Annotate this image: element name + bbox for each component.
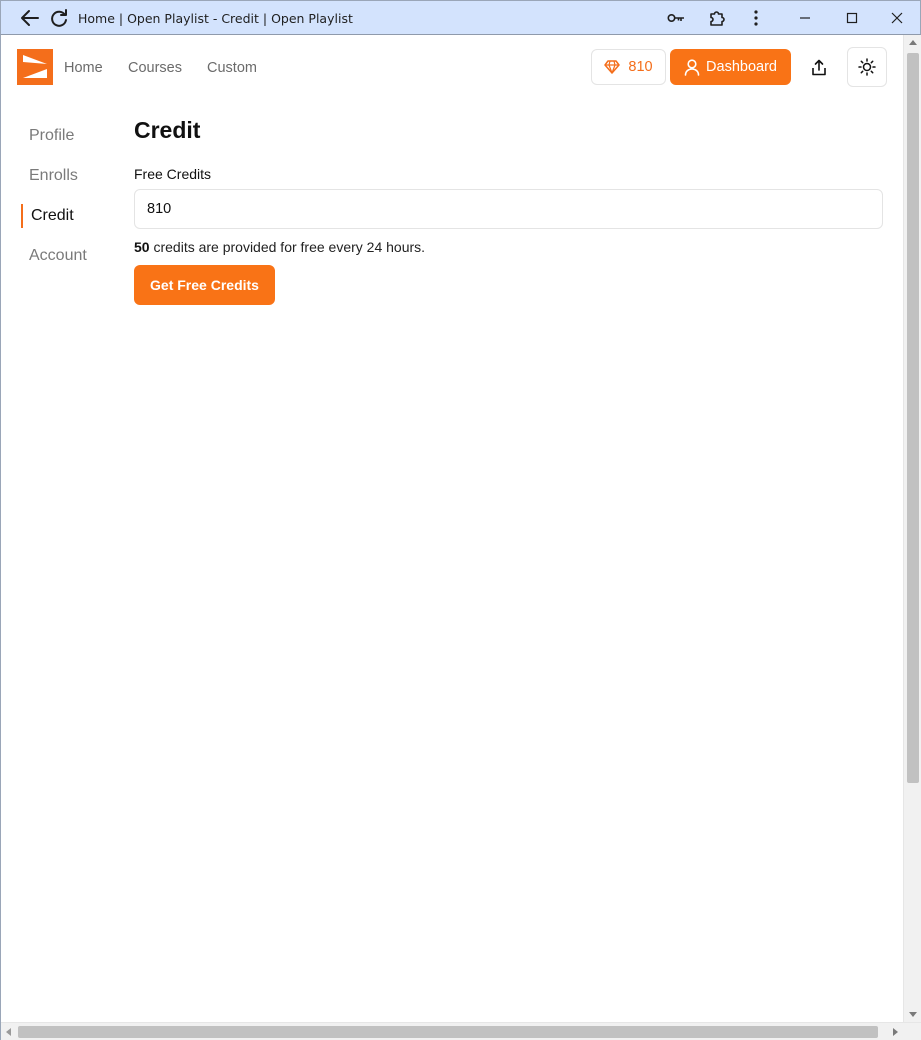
logo[interactable]: [17, 49, 53, 85]
sidebar-active-indicator: [21, 204, 23, 228]
horizontal-scrollbar[interactable]: [1, 1022, 921, 1040]
gem-icon: [604, 60, 621, 74]
sidebar-item-enrolls[interactable]: Enrolls: [29, 167, 78, 185]
dashboard-button[interactable]: Dashboard: [670, 49, 791, 85]
dashboard-label: Dashboard: [706, 59, 777, 75]
puzzle-icon[interactable]: [706, 7, 728, 29]
kebab-menu-icon[interactable]: [745, 7, 767, 29]
close-icon[interactable]: [886, 7, 908, 29]
back-arrow-icon[interactable]: [19, 7, 41, 29]
scroll-left-icon[interactable]: [6, 1028, 11, 1036]
sidebar-item-account[interactable]: Account: [29, 247, 87, 265]
browser-toolbar: Home | Open Playlist - Credit | Open Pla…: [0, 0, 921, 35]
maximize-icon[interactable]: [841, 7, 863, 29]
get-free-credits-button[interactable]: Get Free Credits: [134, 265, 275, 305]
logo-play-icon: [17, 49, 53, 85]
credits-badge[interactable]: 810: [591, 49, 666, 85]
share-button[interactable]: [801, 49, 837, 85]
user-icon: [684, 58, 700, 76]
share-icon: [812, 59, 826, 75]
minimize-icon[interactable]: [794, 7, 816, 29]
theme-toggle-button[interactable]: [847, 47, 887, 87]
vertical-scroll-thumb[interactable]: [907, 53, 919, 783]
credits-info-message: credits are provided for free every 24 h…: [149, 239, 426, 255]
scroll-up-icon[interactable]: [909, 40, 917, 45]
scroll-down-icon[interactable]: [909, 1012, 917, 1017]
scroll-right-icon[interactable]: [893, 1028, 898, 1036]
page-content: Home Courses Custom 810 Dashboard Profil…: [1, 35, 903, 1022]
reload-icon[interactable]: [48, 7, 70, 29]
page-title: Credit: [134, 117, 201, 143]
free-credits-field[interactable]: [134, 189, 883, 229]
browser-tab-title: Home | Open Playlist - Credit | Open Pla…: [78, 11, 353, 26]
horizontal-scroll-thumb[interactable]: [18, 1026, 878, 1038]
sidebar-item-profile[interactable]: Profile: [29, 127, 74, 145]
key-icon[interactable]: [665, 7, 687, 29]
sidebar-item-credit[interactable]: Credit: [31, 207, 74, 225]
credits-count: 810: [628, 59, 653, 75]
nav-home[interactable]: Home: [64, 60, 103, 76]
credits-info-text: 50 credits are provided for free every 2…: [134, 239, 425, 255]
vertical-scrollbar[interactable]: [903, 35, 921, 1022]
nav-custom[interactable]: Custom: [207, 60, 257, 76]
sun-icon: [858, 58, 876, 76]
nav-courses[interactable]: Courses: [128, 60, 182, 76]
credits-info-amount: 50: [134, 239, 150, 255]
free-credits-label: Free Credits: [134, 166, 212, 182]
